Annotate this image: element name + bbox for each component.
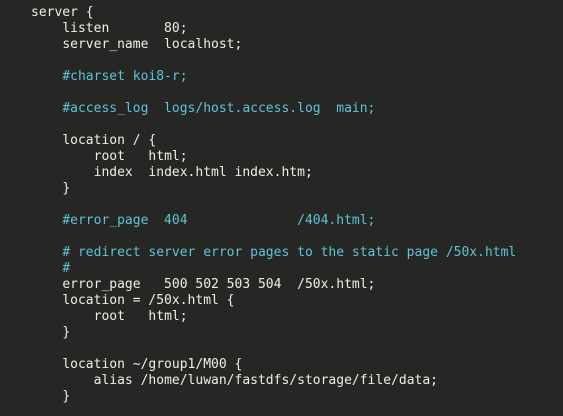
code-line: server_name localhost; — [0, 37, 516, 53]
code-text: index index.html index.htm; — [93, 165, 313, 180]
code-line: root html; — [0, 309, 516, 325]
code-comment: #error_page 404 /404.html; — [62, 213, 376, 228]
code-line: #access_log logs/host.access.log main; — [0, 101, 516, 117]
code-line: index index.html index.htm; — [0, 165, 516, 181]
code-line: } — [0, 181, 516, 197]
code-line: server { — [0, 5, 516, 21]
code-text: listen 80; — [62, 21, 188, 36]
code-comment: #charset koi8-r; — [62, 69, 188, 84]
code-comment: # redirect server error pages to the sta… — [62, 245, 517, 260]
code-line: # — [0, 261, 516, 277]
code-text: location = /50x.html { — [62, 293, 235, 308]
code-text: location ~/group1/M00 { — [62, 357, 243, 372]
code-text: alias /home/luwan/fastdfs/storage/file/d… — [93, 373, 438, 388]
code-line: } — [0, 325, 516, 341]
code-text: root html; — [93, 149, 188, 164]
code-text: location / { — [62, 133, 157, 148]
code-line: # redirect server error pages to the sta… — [0, 245, 516, 261]
code-comment: #access_log logs/host.access.log main; — [62, 101, 376, 116]
code-line: location = /50x.html { — [0, 293, 516, 309]
code-line: root html; — [0, 149, 516, 165]
code-text: root html; — [93, 309, 188, 324]
code-text: } — [62, 325, 71, 340]
code-text: server { — [31, 5, 94, 20]
code-line: #charset koi8-r; — [0, 69, 516, 85]
code-text: server_name localhost; — [62, 37, 243, 52]
code-line: alias /home/luwan/fastdfs/storage/file/d… — [0, 373, 516, 389]
code-text: } — [62, 181, 71, 196]
code-line: #error_page 404 /404.html; — [0, 213, 516, 229]
code-text: error_page 500 502 503 504 /50x.html; — [62, 277, 376, 292]
code-line: location / { — [0, 133, 516, 149]
code-line: error_page 500 502 503 504 /50x.html; — [0, 277, 516, 293]
code-comment: # — [62, 261, 71, 276]
code-text: } — [62, 389, 71, 404]
code-line: location ~/group1/M00 { — [0, 357, 516, 373]
code-line: listen 80; — [0, 21, 516, 37]
code-line: } — [0, 389, 516, 405]
code-editor[interactable]: server { listen 80; server_name localhos… — [0, 0, 563, 416]
code-area[interactable]: server { listen 80; server_name localhos… — [0, 5, 516, 405]
